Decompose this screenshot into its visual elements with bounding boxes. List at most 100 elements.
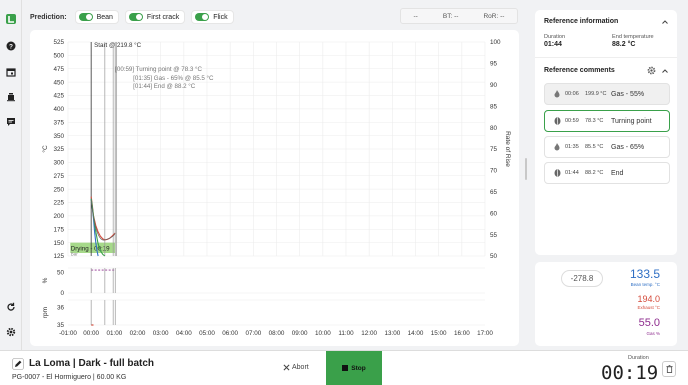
stop-button[interactable]: Stop	[326, 351, 382, 385]
y-tick-label: 375	[53, 119, 64, 126]
toggle-flick[interactable]: Flick	[191, 10, 234, 24]
bean-icon	[550, 117, 564, 125]
y2-tick-label: 60	[490, 210, 498, 217]
comment-time: 00:59	[565, 118, 579, 124]
event-label: [00:59] Turning point @ 78.3 °C	[115, 66, 202, 73]
comment-temp: 199.9 °C	[585, 91, 607, 97]
y-tick-label: 200	[53, 213, 64, 220]
y-tick-label: 275	[53, 173, 64, 180]
y-tick-label: 125	[53, 253, 64, 260]
y2-tick-label: 85	[490, 103, 498, 110]
comment-item[interactable]: 00:06 199.9 °C Gas - 55%	[544, 83, 670, 105]
prediction-label: Prediction:	[30, 13, 67, 21]
comment-item[interactable]: 01:35 85.5 °C Gas - 65%	[544, 136, 670, 158]
y-tick-label: 475	[53, 66, 64, 73]
phase-sub-label: Bar	[71, 252, 79, 257]
comment-text: End	[611, 169, 624, 177]
y-tick-label: 350	[53, 133, 64, 140]
toggle-label: Flick	[213, 13, 228, 21]
x-tick-label: 02:00	[130, 330, 146, 337]
abort-label: Abort	[292, 364, 309, 371]
bean-temp-value: 133.5	[629, 267, 660, 281]
toggle-bean[interactable]: Bean	[74, 10, 119, 24]
exhaust-temp-value: 194.0	[637, 294, 660, 304]
sync-icon[interactable]	[6, 302, 16, 312]
y2-tick-label: 75	[490, 146, 498, 153]
y-axis-label: °C	[41, 145, 49, 153]
y2-tick-label: 70	[490, 168, 498, 175]
comment-item[interactable]: 01:44 88.2 °C End	[544, 162, 670, 184]
comment-text: Gas - 65%	[611, 143, 645, 151]
roast-chart-card: 125 150 175 200 225 250 275 300 325 350 375 400 425 4…	[30, 30, 519, 346]
x-tick-label: 09:00	[292, 330, 308, 337]
toggle-switch[interactable]	[78, 13, 93, 21]
stop-icon	[342, 365, 349, 371]
ror-value: --	[500, 12, 505, 20]
gas-axis-label: %	[42, 277, 49, 283]
y2-axis-label: Rate of Rise	[504, 131, 511, 167]
comment-time: 01:44	[565, 170, 579, 176]
side-rail: ?	[0, 0, 22, 350]
stop-label: Stop	[351, 364, 366, 372]
bt-label: BT:	[442, 12, 453, 20]
y2-tick-label: 65	[490, 189, 498, 196]
x-tick-label: 12:00	[361, 330, 377, 337]
comment-temp: 85.5 °C	[585, 144, 604, 150]
toggle-label: Bean	[96, 13, 113, 21]
y-tick-label: 500	[53, 53, 64, 60]
event-label: [01:44] End @ 88.2 °C	[133, 83, 196, 90]
x-tick-label: 03:00	[153, 330, 169, 337]
event-label: Start @ 219.8 °C	[94, 42, 141, 49]
bt-readout: BT: --	[443, 13, 459, 20]
roast-title: La Loma | Dark - full batch	[29, 358, 155, 369]
bean-icon	[550, 169, 564, 177]
y-tick-label: 225	[53, 200, 64, 207]
drum-tick-label: 35	[57, 322, 65, 329]
y-tick-label: 175	[53, 226, 64, 233]
app-logo-icon[interactable]	[6, 14, 16, 24]
settings-icon[interactable]	[6, 327, 16, 337]
x-tick-label: -01:00	[59, 330, 77, 337]
trash-button[interactable]	[662, 361, 676, 377]
toggle-switch[interactable]	[195, 13, 210, 21]
gas-value: 55.0	[638, 317, 660, 329]
y-tick-label: 325	[53, 146, 64, 153]
gas-tick-label: 50	[57, 269, 65, 276]
calendar-icon[interactable]	[6, 67, 16, 77]
panel-resize-handle[interactable]	[525, 158, 527, 180]
reference-panel: Reference information Duration 01:44 End…	[535, 10, 677, 255]
flame-icon	[550, 143, 564, 151]
end-temp-value: 88.2 °C	[612, 41, 636, 48]
chevron-up-icon[interactable]	[661, 67, 669, 75]
x-tick-label: 13:00	[384, 330, 400, 337]
chevron-up-icon[interactable]	[661, 18, 669, 26]
bt-value: --	[454, 12, 459, 20]
ror-label: RoR:	[483, 12, 499, 20]
help-icon[interactable]: ?	[6, 41, 16, 51]
y-tick-label: 150	[53, 240, 64, 247]
y2-tick-label: 90	[490, 82, 498, 89]
comment-item[interactable]: 00:59 78.3 °C Turning point	[544, 110, 670, 132]
gas-label: Gas %	[646, 331, 660, 336]
reference-comments-title: Reference comments	[544, 67, 615, 74]
gas-tick-label: 0	[60, 290, 64, 297]
abort-button[interactable]: Abort	[283, 364, 309, 371]
comment-time: 00:06	[565, 91, 579, 97]
gear-icon[interactable]	[647, 66, 656, 75]
chat-icon[interactable]	[6, 117, 16, 127]
drum-tick-label: 36	[57, 304, 65, 311]
roast-chart[interactable]: 1251501752002252502753003253503754004254…	[30, 30, 519, 346]
x-tick-label: 17:00	[477, 330, 493, 337]
x-tick-label: 06:00	[222, 330, 238, 337]
x-tick-label: 15:00	[431, 330, 447, 337]
y-tick-label: 425	[53, 93, 64, 100]
y2-tick-label: 50	[490, 253, 498, 260]
y-tick-label: 250	[53, 186, 64, 193]
prediction-bar: Prediction: Bean First crack Flick	[30, 8, 234, 26]
roaster-icon[interactable]	[6, 92, 16, 102]
edit-icon[interactable]	[12, 358, 24, 370]
comment-temp: 88.2 °C	[585, 170, 604, 176]
toggle-first-crack[interactable]: First crack	[124, 10, 186, 24]
event-label: [01:35] Gas - 65% @ 85.5 °C	[133, 75, 214, 82]
toggle-switch[interactable]	[128, 13, 143, 21]
